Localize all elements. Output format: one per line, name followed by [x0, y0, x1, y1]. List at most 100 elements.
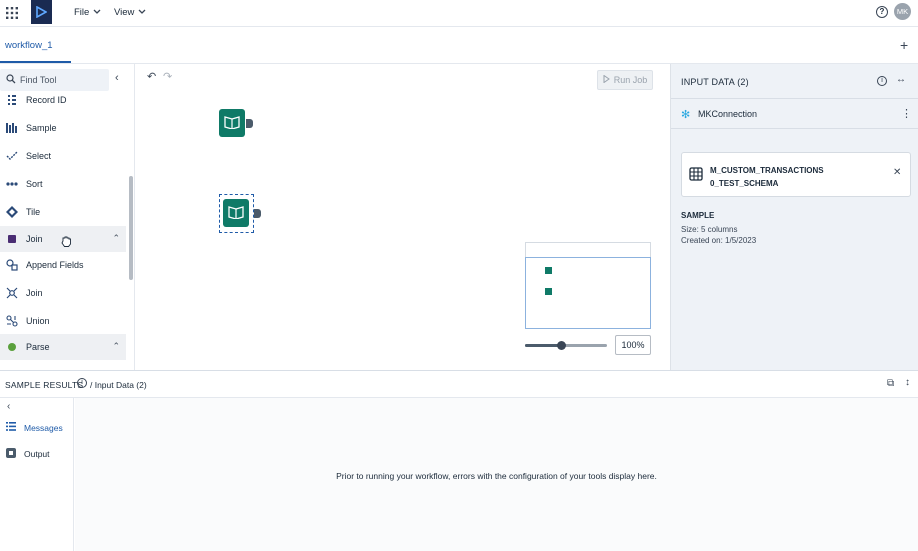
expand-panel-icon[interactable]: ↔ [896, 74, 906, 85]
tool-palette: Find Tool ‹ Record ID Sample Select Sort… [0, 64, 135, 370]
tool-label: Join [26, 288, 43, 298]
find-tool-placeholder: Find Tool [20, 75, 57, 85]
close-icon[interactable]: ✕ [893, 167, 901, 178]
undo-icon[interactable]: ↶ [147, 70, 156, 83]
results-tab-messages[interactable]: Messages [6, 422, 63, 433]
app-logo[interactable] [31, 0, 52, 24]
sample-icon [6, 122, 18, 134]
input-data-node-2[interactable] [223, 199, 249, 227]
sort-icon [6, 178, 18, 190]
search-icon [6, 74, 16, 86]
pop-out-icon[interactable]: ⧉ [887, 378, 894, 389]
results-tab-label: Output [24, 449, 50, 459]
table-name-line1: M_CUSTOM_TRANSACTIONS [710, 166, 824, 175]
selected-table-card[interactable]: M_CUSTOM_TRANSACTIONS 0_TEST_SCHEMA ✕ [681, 152, 911, 197]
minimap[interactable] [525, 257, 651, 329]
add-tab-icon[interactable]: + [900, 37, 908, 53]
tool-label: Sort [26, 179, 43, 189]
output-anchor[interactable] [254, 209, 261, 218]
list-icon [6, 422, 16, 433]
tool-append-fields[interactable]: Append Fields [0, 252, 126, 278]
results-breadcrumb: / Input Data (2) [90, 380, 147, 390]
redo-icon: ↷ [163, 71, 173, 83]
menu-view-label: View [114, 7, 135, 18]
tool-sort[interactable]: Sort [0, 171, 126, 197]
help-icon[interactable]: ? [876, 6, 888, 18]
info-icon[interactable]: i [77, 378, 87, 388]
tool-join[interactable]: Join [0, 280, 126, 306]
append-fields-icon [6, 259, 18, 271]
book-icon [228, 205, 244, 221]
menu-view[interactable]: View [114, 7, 146, 18]
input-data-node-1[interactable] [219, 109, 245, 137]
workflow-tab-bar: workflow_1 + [0, 27, 918, 64]
input-data-panel: INPUT DATA (2) i ↔ ✻ MKConnection ⋮ M_CU… [670, 64, 918, 370]
category-parse[interactable]: Parse ⌃ [0, 334, 126, 360]
top-bar: File View ? MK [0, 0, 918, 27]
empty-state-message: Prior to running your workflow, errors w… [336, 471, 657, 481]
results-tab-output[interactable]: Output [6, 448, 50, 460]
panel-header: INPUT DATA (2) i ↔ [671, 64, 918, 99]
collapse-palette-icon[interactable]: ‹ [115, 72, 119, 84]
parse-category-icon [6, 341, 18, 353]
tool-label: Append Fields [26, 260, 84, 270]
tool-label: Union [26, 316, 50, 326]
info-icon[interactable]: i [877, 76, 887, 86]
results-sidebar: ‹ Messages Output [0, 398, 74, 551]
collapse-results-icon[interactable]: ‹ [7, 401, 10, 412]
tab-workflow[interactable]: workflow_1 [5, 40, 53, 51]
category-label: Parse [26, 342, 50, 352]
tool-sample[interactable]: Sample [0, 115, 126, 141]
union-icon [6, 315, 18, 327]
workflow-canvas[interactable]: ↶ ↷ Run Job 100% [136, 64, 670, 370]
tile-icon [6, 206, 18, 218]
record-id-icon [6, 94, 18, 106]
results-content: Prior to running your workflow, errors w… [75, 398, 918, 551]
results-title: SAMPLE RESULTS [5, 380, 84, 390]
more-options-icon[interactable]: ⋮ [901, 107, 912, 120]
zoom-slider-handle[interactable] [557, 341, 566, 350]
zoom-level-field[interactable]: 100% [615, 335, 651, 355]
play-icon [603, 74, 610, 85]
chevron-down-icon [93, 7, 101, 18]
minimap-node [545, 288, 552, 295]
resize-icon[interactable]: ↕ [905, 377, 910, 388]
table-icon [689, 167, 703, 183]
menu-file[interactable]: File [74, 7, 101, 18]
run-job-button: Run Job [597, 70, 653, 90]
book-icon [224, 115, 240, 131]
sample-created: Created on: 1/5/2023 [681, 236, 757, 245]
join-category-icon [6, 233, 18, 245]
sample-size: Size: 5 columns [681, 225, 738, 234]
category-join[interactable]: Join ⌃ [0, 226, 126, 252]
tool-label: Sample [26, 123, 57, 133]
tool-select[interactable]: Select [0, 143, 126, 169]
run-job-label: Run Job [613, 75, 648, 85]
table-name-line2: 0_TEST_SCHEMA [710, 179, 779, 188]
tool-record-id[interactable]: Record ID [0, 87, 126, 113]
chevron-down-icon [138, 7, 146, 18]
tool-union[interactable]: Union [0, 308, 126, 334]
table-name: M_CUSTOM_TRANSACTIONS 0_TEST_SCHEMA [710, 164, 824, 190]
palette-scrollbar[interactable] [129, 176, 133, 280]
sample-heading: SAMPLE [681, 211, 715, 220]
select-icon [6, 150, 18, 162]
minimap-node [545, 267, 552, 274]
tool-label: Select [26, 151, 52, 161]
join-icon [6, 287, 18, 299]
snowflake-icon: ✻ [681, 109, 691, 121]
panel-title: INPUT DATA (2) [681, 77, 749, 87]
avatar[interactable]: MK [894, 3, 911, 20]
app-grid-icon[interactable] [6, 7, 18, 19]
results-header: SAMPLE RESULTS i / Input Data (2) ⧉ ↕ [0, 370, 918, 398]
minimap-header [525, 242, 651, 257]
connection-row[interactable]: ✻ MKConnection ⋮ [671, 99, 918, 129]
chevron-up-icon: ⌃ [112, 233, 120, 243]
tool-tile[interactable]: Tile [0, 199, 126, 225]
connection-name: MKConnection [698, 109, 758, 119]
category-label: Join [26, 234, 43, 244]
tool-label: Record ID [26, 95, 67, 105]
grab-cursor-icon [61, 235, 72, 249]
output-anchor[interactable] [246, 119, 253, 128]
results-tab-label: Messages [24, 422, 63, 433]
